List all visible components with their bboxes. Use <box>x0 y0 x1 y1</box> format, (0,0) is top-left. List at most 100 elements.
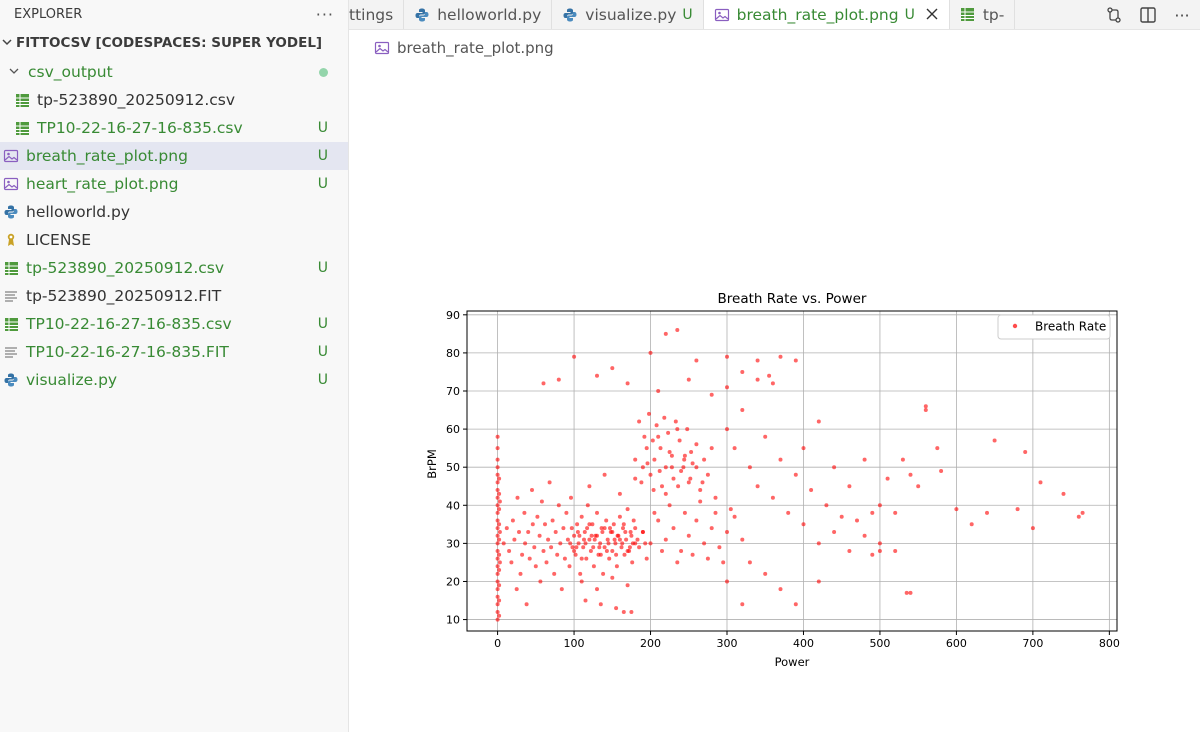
data-point <box>582 537 586 542</box>
data-point <box>583 598 588 603</box>
data-point <box>597 545 602 550</box>
file-tree-item[interactable]: TP10-22-16-27-16-835.csv U <box>0 310 348 338</box>
data-point <box>614 564 619 569</box>
data-point <box>607 556 612 561</box>
editor-tab[interactable]: tp- <box>950 0 1016 29</box>
file-tree-item[interactable]: LICENSE <box>0 226 348 254</box>
file-tree-item-label: helloworld.py <box>26 203 131 221</box>
data-point <box>740 602 745 607</box>
data-point <box>510 518 515 523</box>
tab-label: tp- <box>982 5 1005 24</box>
data-point <box>527 556 532 561</box>
file-tree-item[interactable]: tp-523890_20250912.FIT <box>0 282 348 310</box>
data-point <box>747 560 752 565</box>
x-tick-label: 800 <box>1099 637 1120 650</box>
data-point <box>591 564 596 569</box>
more-actions-icon[interactable]: ··· <box>316 5 334 24</box>
data-point <box>767 373 772 378</box>
data-point <box>725 427 729 432</box>
data-point <box>671 526 676 531</box>
data-point <box>675 427 680 432</box>
y-tick-label: 70 <box>446 385 460 398</box>
data-point <box>705 556 710 561</box>
data-point <box>595 510 599 515</box>
data-point <box>576 541 581 546</box>
data-point <box>639 480 644 485</box>
data-point <box>523 541 528 546</box>
data-point <box>648 541 653 546</box>
git-status-badge: U <box>317 120 328 136</box>
data-point <box>598 541 603 546</box>
data-point <box>524 602 529 607</box>
csv-file-icon <box>3 316 19 332</box>
data-point <box>628 530 633 534</box>
data-point <box>770 495 775 500</box>
data-point <box>515 495 520 500</box>
grid-lines <box>467 311 1117 631</box>
close-icon[interactable] <box>925 5 939 26</box>
data-point <box>619 545 624 550</box>
breath-rate-chart: Breath Rate vs. Power Power BrPM 0 100 200… <box>425 291 1120 669</box>
data-point <box>604 518 609 523</box>
file-tree-item[interactable]: helloworld.py <box>0 198 348 226</box>
split-editor-icon[interactable] <box>1138 5 1158 25</box>
file-tree-item[interactable]: TP10-22-16-27-16-835.FIT U <box>0 338 348 366</box>
data-point <box>686 377 691 382</box>
data-point <box>992 438 997 443</box>
x-tick-label: 700 <box>1022 637 1043 650</box>
x-tick-label: 500 <box>869 637 890 650</box>
data-point <box>507 549 512 553</box>
data-point <box>612 537 617 542</box>
editor-tab[interactable]: ttings <box>349 0 405 29</box>
data-point <box>537 533 542 538</box>
data-point <box>539 499 544 504</box>
image-file-icon <box>374 40 390 56</box>
data-point <box>690 461 695 466</box>
file-tree-item[interactable]: visualize.py U <box>0 366 348 394</box>
x-tick-label: 600 <box>946 637 967 650</box>
data-point <box>648 350 653 355</box>
breadcrumb-file[interactable]: breath_rate_plot.png <box>397 39 554 57</box>
data-point <box>801 446 806 451</box>
data-point <box>629 610 634 614</box>
editor-tab[interactable]: visualize.py U <box>552 0 704 29</box>
data-point <box>610 575 615 580</box>
file-tree-item[interactable]: breath_rate_plot.png U <box>0 142 348 170</box>
data-point <box>497 491 502 496</box>
more-actions-icon[interactable]: ··· <box>1172 5 1192 25</box>
data-point <box>870 552 875 557</box>
data-point <box>558 541 563 546</box>
data-point <box>770 381 775 386</box>
file-tree-item[interactable]: TP10-22-16-27-16-835.csv U <box>0 114 348 142</box>
data-point <box>552 571 557 576</box>
tab-label: visualize.py <box>585 5 677 24</box>
explorer-header: EXPLORER ··· <box>0 0 348 28</box>
data-point <box>786 510 791 515</box>
editor-tab[interactable]: helloworld.py <box>404 0 553 29</box>
git-status-badge: U <box>317 344 328 360</box>
data-point <box>495 617 500 622</box>
breadcrumb: breath_rate_plot.png <box>374 36 554 60</box>
data-point <box>694 358 699 363</box>
data-point <box>660 549 664 553</box>
data-point <box>923 404 928 409</box>
data-point <box>640 530 645 534</box>
file-tree-item[interactable]: tp-523890_20250912.csv <box>0 86 348 114</box>
data-point <box>627 545 632 550</box>
data-point <box>732 514 737 519</box>
workspace-root[interactable]: FITTOCSV [CODESPACES: SUPER YODEL] <box>0 28 348 58</box>
data-point <box>595 373 599 378</box>
data-point <box>763 434 768 439</box>
data-point <box>778 457 783 462</box>
data-point <box>666 430 671 435</box>
data-point <box>495 571 500 576</box>
file-tree-item[interactable]: tp-523890_20250912.csv U <box>0 254 348 282</box>
folder-csv-output[interactable]: csv_output <box>0 58 348 86</box>
editor-tab[interactable]: breath_rate_plot.png U <box>703 0 950 29</box>
y-axis-label: BrPM <box>425 449 439 478</box>
file-tree-item[interactable]: heart_rate_plot.png U <box>0 170 348 198</box>
source-control-compare-icon[interactable] <box>1104 5 1124 25</box>
data-point <box>1080 510 1085 515</box>
data-point <box>640 465 645 470</box>
data-point <box>611 522 616 527</box>
